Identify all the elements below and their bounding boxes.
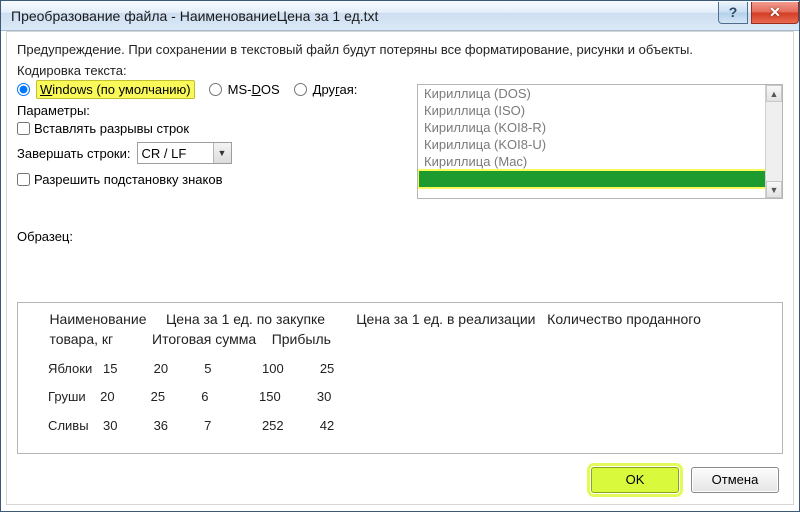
cancel-button[interactable]: Отмена	[691, 467, 779, 493]
radio-windows-input[interactable]	[17, 83, 30, 96]
client-area: Предупреждение. При сохранении в текстов…	[6, 31, 794, 505]
list-item-selected[interactable]: Кириллица (Windows)	[418, 170, 782, 188]
checkbox-allow-subst-input[interactable]	[17, 173, 30, 186]
close-icon: ✕	[769, 4, 781, 21]
list-item[interactable]: Кириллица (KOI8-R)	[418, 119, 782, 136]
radio-windows[interactable]: Windows (по умолчанию)	[17, 80, 195, 99]
radio-other-input[interactable]	[294, 83, 307, 96]
checkbox-allow-subst-label: Разрешить подстановку знаков	[34, 172, 223, 187]
list-item[interactable]: Кириллица (ISO)	[418, 102, 782, 119]
radio-msdos[interactable]: MS-DOS	[209, 82, 280, 97]
checkbox-insert-breaks-input[interactable]	[17, 122, 30, 135]
window-buttons: ? ✕	[718, 2, 799, 24]
list-item[interactable]: Кириллица (DOS)	[418, 85, 782, 102]
radio-other-label: Другая:	[313, 82, 358, 97]
chevron-down-icon[interactable]: ▼	[213, 143, 231, 163]
radio-msdos-input[interactable]	[209, 83, 222, 96]
line-ending-value: CR / LF	[138, 146, 213, 161]
sample-row: Яблоки 15 20 5 100 25	[30, 360, 770, 379]
dialog-footer: OK Отмена	[7, 464, 793, 496]
sample-preview: Наименование Цена за 1 ед. по закупке Це…	[17, 302, 783, 454]
radio-other[interactable]: Другая:	[294, 82, 358, 97]
scroll-down-icon[interactable]: ▼	[766, 181, 782, 198]
ok-button[interactable]: OK	[591, 467, 679, 493]
sample-header: товара, кг Итоговая сумма Прибыль	[30, 329, 770, 349]
list-item[interactable]: Кириллица (KOI8-U)	[418, 136, 782, 153]
sample-header: Наименование Цена за 1 ед. по закупке Це…	[30, 309, 770, 329]
sample-label: Образец:	[17, 229, 783, 244]
checkbox-insert-breaks-label: Вставлять разрывы строк	[34, 121, 189, 136]
dialog-window: Преобразование файла - НаименованиеЦена …	[0, 0, 800, 512]
line-ending-label: Завершать строки:	[17, 146, 131, 161]
encoding-label: Кодировка текста:	[17, 63, 783, 78]
help-icon: ?	[729, 4, 738, 20]
sample-row: Сливы 30 36 7 252 42	[30, 417, 770, 436]
radio-windows-label: Windows (по умолчанию)	[36, 80, 195, 99]
scroll-up-icon[interactable]: ▲	[766, 85, 782, 102]
titlebar[interactable]: Преобразование файла - НаименованиеЦена …	[1, 1, 799, 31]
list-item[interactable]: Кириллица (Mac)	[418, 153, 782, 170]
close-button[interactable]: ✕	[751, 2, 799, 24]
scrollbar[interactable]: ▲ ▼	[765, 85, 782, 198]
sample-row: Груши 20 25 6 150 30	[30, 388, 770, 407]
line-ending-combo[interactable]: CR / LF ▼	[137, 142, 232, 164]
encoding-listbox[interactable]: Кириллица (DOS) Кириллица (ISO) Кириллиц…	[417, 84, 783, 199]
radio-msdos-label: MS-DOS	[228, 82, 280, 97]
window-title: Преобразование файла - НаименованиеЦена …	[11, 7, 718, 24]
help-button[interactable]: ?	[718, 2, 748, 24]
warning-text: Предупреждение. При сохранении в текстов…	[17, 42, 783, 57]
